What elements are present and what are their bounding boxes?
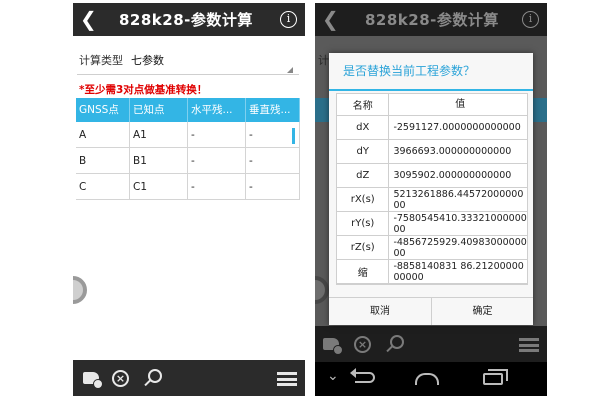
table-row: rX(s) 5213261886.4457200000000 (337, 188, 527, 212)
param-value: 5213261886.4457200000000 (393, 188, 524, 211)
param-value: -2591127.0000000000000 (393, 122, 521, 133)
param-value: 3966693.000000000000 (393, 146, 512, 157)
floating-handle[interactable] (73, 276, 87, 304)
param-name: rX(s) (337, 188, 390, 211)
nav-recent-apps-icon[interactable] (483, 369, 508, 385)
delete-icon[interactable]: × (112, 370, 129, 387)
params-table: 名称 值 dX -2591127.0000000000000 dY 396669… (336, 93, 528, 285)
table-row[interactable]: C C1 - - (76, 174, 300, 200)
hide-keyboard-icon[interactable]: ⌄ (327, 368, 339, 384)
table-row: rZ(s) -4856725929.4098300000000 (337, 236, 527, 260)
floating-handle[interactable] (315, 276, 329, 304)
col-value-header: 值 (455, 99, 466, 110)
header-known-point: 已知点 (130, 98, 188, 122)
cell-h-res: - (188, 148, 246, 173)
dimmed-calc-label: 计 (318, 54, 329, 67)
param-name: 缩 (337, 260, 390, 283)
app-header-dimmed: ❮ 828k28-参数计算 i (315, 3, 547, 36)
dropdown-caret-icon (287, 67, 293, 73)
cell-known: B1 (130, 148, 188, 173)
param-value: -7580545410.3332100000000 (393, 212, 527, 235)
cell-gnss: B (76, 148, 130, 173)
param-name: rZ(s) (337, 236, 390, 259)
calc-type-select[interactable]: 计算类型 七参数 (79, 52, 164, 68)
param-name: rY(s) (337, 212, 390, 235)
add-tag-icon[interactable] (83, 372, 103, 389)
param-value: -8858140831 86.2120000000000 (393, 260, 524, 283)
right-phone-screen: ❮ 828k28-参数计算 i 计 × ⌄ 是否替换当前工程参数？ 名称 值 d… (315, 3, 547, 396)
param-name: dY (337, 140, 390, 163)
header-horizontal-residual: 水平残... (188, 98, 246, 122)
table-row: dX -2591127.0000000000000 (337, 116, 527, 140)
dialog-title-divider (329, 89, 533, 91)
page-title: 828k28-参数计算 (119, 11, 253, 29)
back-icon[interactable]: ❮ (322, 7, 339, 31)
page-title: 828k28-参数计算 (365, 11, 499, 29)
cell-h-res: - (188, 122, 246, 147)
nav-back-icon[interactable] (350, 368, 375, 383)
cell-known: A1 (130, 122, 188, 147)
add-tag-icon[interactable] (323, 338, 343, 355)
system-nav-bar: ⌄ (315, 362, 547, 396)
table-row[interactable]: A A1 - - (76, 122, 300, 148)
table-row: 缩 -8858140831 86.2120000000000 (337, 260, 527, 284)
screenshot-stage: ❮ 828k28-参数计算 i 计算类型 七参数 *至少需3对点做基准转换！ GN… (0, 0, 600, 400)
table-row: rY(s) -7580545410.3332100000000 (337, 212, 527, 236)
bottom-toolbar: × (315, 326, 547, 362)
cell-gnss: A (76, 122, 130, 147)
menu-icon[interactable] (519, 338, 539, 352)
info-icon[interactable]: i (522, 11, 539, 28)
info-icon[interactable]: i (280, 11, 297, 28)
bottom-toolbar: × (73, 360, 305, 396)
confirm-button[interactable]: 确定 (431, 298, 533, 325)
param-name: dZ (337, 164, 390, 187)
cell-h-res: - (188, 174, 246, 199)
calc-type-value: 七参数 (131, 54, 164, 67)
content-area: 计算类型 七参数 *至少需3对点做基准转换！ GNSS点 已知点 水平残... 垂… (73, 36, 305, 360)
table-header: GNSS点 已知点 水平残... 垂直残... (76, 98, 300, 122)
cell-v-res: - (246, 174, 300, 199)
point-pair-table: GNSS点 已知点 水平残... 垂直残... A A1 - - B B1 - … (76, 98, 300, 200)
nav-home-icon[interactable] (415, 373, 439, 385)
app-header: ❮ 828k28-参数计算 i (73, 3, 305, 36)
left-phone-screen: ❮ 828k28-参数计算 i 计算类型 七参数 *至少需3对点做基准转换！ GN… (73, 3, 305, 396)
calc-type-label: 计算类型 (79, 54, 123, 67)
menu-icon[interactable] (277, 372, 297, 386)
table-row: dY 3966693.000000000000 (337, 140, 527, 164)
search-icon[interactable] (390, 335, 404, 349)
back-icon[interactable]: ❮ (80, 7, 97, 31)
col-name-header: 名称 (337, 94, 390, 115)
delete-icon[interactable]: × (354, 336, 371, 353)
param-name: dX (337, 116, 390, 139)
param-value: 3095902.000000000000 (393, 170, 512, 181)
table-row[interactable]: B B1 - - (76, 148, 300, 174)
scrollbar[interactable] (292, 128, 295, 144)
params-table-header: 名称 值 (337, 94, 527, 116)
table-row: dZ 3095902.000000000000 (337, 164, 527, 188)
search-icon[interactable] (148, 369, 162, 383)
cell-gnss: C (76, 174, 130, 199)
header-gnss-point: GNSS点 (76, 98, 130, 122)
cancel-button[interactable]: 取消 (329, 298, 431, 325)
cell-known: C1 (130, 174, 188, 199)
dialog-title: 是否替换当前工程参数？ (343, 64, 476, 78)
divider (77, 74, 299, 75)
warning-text: *至少需3对点做基准转换！ (79, 84, 208, 96)
param-value: -4856725929.4098300000000 (393, 236, 527, 259)
header-vertical-residual: 垂直残... (246, 98, 300, 122)
dialog-button-bar: 取消 确定 (329, 297, 533, 325)
replace-params-dialog: 是否替换当前工程参数？ 名称 值 dX -2591127.00000000000… (329, 53, 533, 325)
cell-v-res: - (246, 148, 300, 173)
